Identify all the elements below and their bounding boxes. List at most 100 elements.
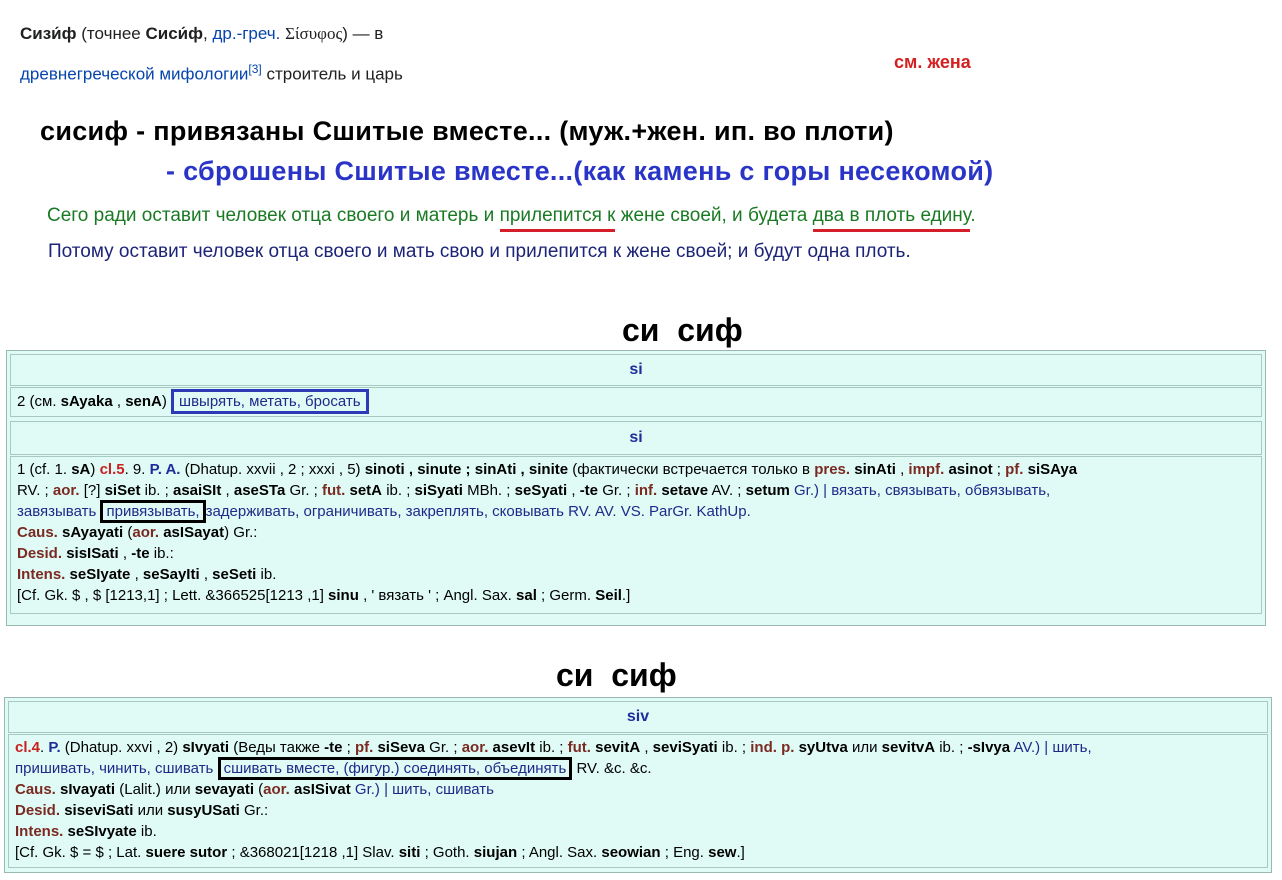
entry-text: , (644, 739, 649, 756)
entry-text: .] (736, 844, 745, 861)
wiki-name-alt: Сиси́ф (145, 24, 203, 43)
grammar-tag: inf. (634, 482, 658, 499)
entry-text: Gr.: (243, 802, 269, 819)
entry-text: ; &368021[1218 ,1] Slav. (231, 844, 395, 861)
translation: AV.) | шить, (1013, 739, 1092, 756)
translation: завязывать (17, 503, 97, 520)
entry-header: si (10, 421, 1262, 455)
entry-text: ) Gr.: (224, 524, 258, 541)
entry-text: 2 (см. (17, 393, 57, 410)
headword: sAyaka (60, 393, 113, 410)
entry-text: . (40, 739, 45, 756)
headword: seSIyate (69, 566, 131, 583)
wiki-text: строитель и царь (266, 64, 403, 84)
headword: sal (516, 587, 537, 604)
headword: -sIvya (967, 739, 1011, 756)
entry-text: RV. &c. &c. (576, 760, 652, 777)
grammar-tag: fut. (567, 739, 591, 756)
headword: sIvyati (182, 739, 230, 756)
grammar-tag: cl.4 (15, 739, 41, 756)
entry-text: ib. ; (144, 482, 169, 499)
entry-line-intens: Intens. seSIyate , seSayIti , seSeti ib. (17, 564, 1255, 585)
headword: Seil (595, 587, 622, 604)
headword: susyUSati (167, 802, 240, 819)
highlight-box: привязывать, (100, 500, 206, 523)
headword: asaiSIt (172, 482, 222, 499)
grammar-tag: Desid. (17, 545, 63, 562)
mythology-link[interactable]: древнегреческой мифологии (20, 65, 248, 84)
verse-text: Сего ради оставит человек отца своего и … (47, 205, 495, 226)
entry-text: (Lalit.) или (119, 781, 191, 798)
entry-line-caus: Caus. sIvayati (Lalit.) или sevayati (ao… (15, 779, 1261, 800)
entry-text: ; (346, 739, 351, 756)
grammar-tag: P. (48, 739, 61, 756)
grammar-tag: aor. (461, 739, 489, 756)
grammar-tag: ind. p. (750, 739, 795, 756)
entry-text: , (203, 566, 208, 583)
grammar-tag: fut. (322, 482, 346, 499)
entry-text: ; Angl. Sax. (521, 844, 598, 861)
entry-text: RV. ; (17, 482, 49, 499)
headword: sinoti , sinute ; sinAti , sinite (364, 461, 569, 478)
entry-text: , ' вязать ' ; Angl. Sax. (363, 587, 512, 604)
entry-line: RV. ; aor. [?] siSet ib. ; asaiSIt , ase… (17, 480, 1255, 501)
grammar-tag: aor. (52, 482, 80, 499)
headword: -te (131, 545, 150, 562)
headword: sevitA (595, 739, 641, 756)
translation: Gr.) | вязать, связывать, обвязывать, (794, 482, 1051, 499)
underlined-phrase: два в плоть едину (812, 205, 971, 232)
entry-text: (Веды также (233, 739, 320, 756)
dictionary-panel-si: si 2 (см. sAyaka , senA) швырять, метать… (6, 350, 1266, 626)
entry-text: или (137, 802, 164, 819)
headword: seSayIti (142, 566, 200, 583)
section-heading: си сиф (556, 657, 677, 693)
entry-line: пришивать, чинить, сшивать сшивать вмест… (15, 757, 1261, 780)
entry-line: завязывать привязывать, задерживать, огра… (17, 500, 1255, 523)
greek-link[interactable]: др.-греч. (212, 24, 280, 43)
entry-text: (Dhatup. xxvi , 2) (64, 739, 179, 756)
entry-text: Gr. ; (289, 482, 318, 499)
entry-text: [Cf. Gk. $ , $ [1213,1] ; Lett. &366525[… (17, 587, 324, 604)
grammar-tag: pf. (354, 739, 374, 756)
headword: sevayati (194, 781, 254, 798)
highlight-box: швырять, метать, бросать (171, 389, 369, 414)
underlined-phrase: прилепится к (499, 205, 616, 232)
verse-russian: Потому оставит человек отца своего и мат… (48, 241, 911, 262)
headword: sew (708, 844, 737, 861)
translation: задерживать, ограничивать, закреплять, с… (205, 503, 751, 520)
headword: aseSTa (233, 482, 286, 499)
headword: siSet (104, 482, 141, 499)
verse-text: . (970, 205, 976, 226)
headline-1: сисиф - привязаны Сшитые вместе... (муж.… (40, 116, 894, 146)
entry-text: , (122, 545, 128, 562)
reference-link[interactable]: [3] (248, 62, 261, 76)
entry-text: , (116, 393, 122, 410)
wiki-text: ) — в (342, 24, 384, 43)
headword: sinAti (854, 461, 896, 478)
grammar-tag: pres. (814, 461, 851, 478)
headword: seSyati (514, 482, 568, 499)
headword: asISayat (163, 524, 225, 541)
section-heading: си сиф (622, 312, 743, 348)
entry-line-desid: Desid. siseviSati или susyUSati Gr.: (15, 800, 1261, 821)
entry-text: (Dhatup. xxvii , 2 ; xxxi , 5) (184, 461, 361, 478)
wiki-excerpt-line2: древнегреческой мифологии[3] строитель и… (20, 52, 403, 92)
highlight-box: сшивать вместе, (фигур.) соединять, объе… (217, 757, 573, 780)
entry-row: 2 (см. sAyaka , senA) швырять, метать, б… (10, 387, 1262, 417)
grammar-tag: cl.5 (99, 461, 125, 478)
entry-text: ib. ; (539, 739, 564, 756)
headword: suere sutor (145, 844, 228, 861)
headword: sevitvA (881, 739, 936, 756)
dictionary-panel-siv: siv cl.4. P. (Dhatup. xxvi , 2) sIvyati … (4, 697, 1272, 873)
grammar-tag: Intens. (15, 823, 64, 840)
entry-header: siv (8, 701, 1268, 733)
entry-text: 1 (cf. 1. (17, 461, 68, 478)
entry-text: [Cf. Gk. $ = $ ; Lat. (15, 844, 142, 861)
entry-text: , (134, 566, 139, 583)
entry-text: Gr. ; (602, 482, 631, 499)
grammar-tag: Caus. (17, 524, 58, 541)
entry-line-cf: [Cf. Gk. $ = $ ; Lat. suere sutor ; &368… (15, 842, 1261, 863)
grammar-tag: aor. (132, 524, 160, 541)
entry-text: , (225, 482, 230, 499)
headword: setave (661, 482, 709, 499)
